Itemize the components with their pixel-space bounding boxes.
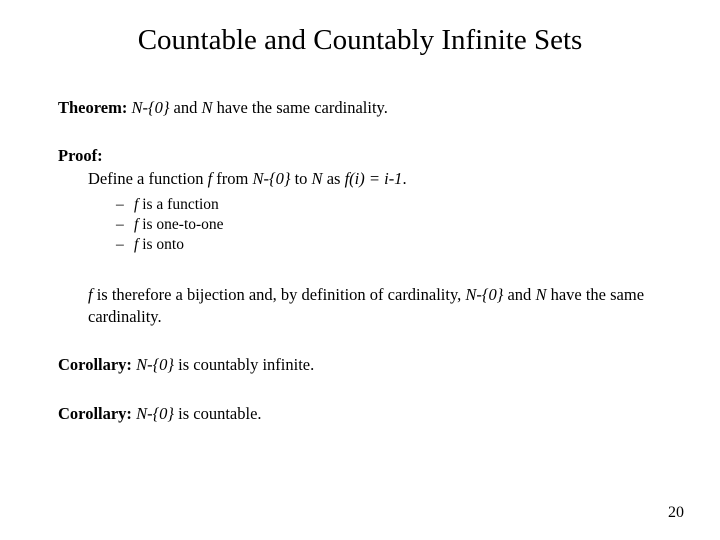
list-item: f is onto	[116, 236, 662, 254]
pb-end: .	[402, 169, 406, 188]
cor2-rest: is countable.	[178, 404, 261, 423]
list-item: f is a function	[116, 196, 662, 214]
corollary-1: Corollary: N-{0} is countably infinite.	[58, 354, 662, 376]
pb-d2: N	[312, 169, 323, 188]
proof-body: Define a function f from N-{0} to N as f…	[58, 168, 662, 190]
list-item: f is one-to-one	[116, 216, 662, 234]
pb-pre: Define a function	[88, 169, 208, 188]
cx-s1: N-{0}	[465, 285, 503, 304]
pb-m3: as	[323, 169, 345, 188]
theorem-mid: and	[174, 98, 202, 117]
theorem: Theorem: N-{0} and N have the same cardi…	[58, 97, 662, 119]
prop-rest: is a function	[138, 196, 219, 213]
cor1-rest: is countably infinite.	[178, 355, 314, 374]
cx-s2: N	[535, 285, 546, 304]
theorem-rest: have the same cardinality.	[217, 98, 388, 117]
theorem-set1: N-{0}	[131, 98, 169, 117]
proof-label-line: Proof:	[58, 145, 662, 167]
theorem-label: Theorem:	[58, 98, 127, 117]
prop-rest: is one-to-one	[138, 216, 223, 233]
theorem-set2: N	[202, 98, 213, 117]
pb-eq: f(i) = i-1	[345, 169, 403, 188]
cor2-set: N-{0}	[136, 404, 174, 423]
proof-properties: f is a function f is one-to-one f is ont…	[116, 196, 662, 254]
corollary-2: Corollary: N-{0} is countable.	[58, 403, 662, 425]
slide: Countable and Countably Infinite Sets Th…	[0, 0, 720, 540]
pb-m2: to	[290, 169, 311, 188]
cor1-set: N-{0}	[136, 355, 174, 374]
pb-m1: from	[212, 169, 252, 188]
cx-and: and	[503, 285, 535, 304]
page-number: 20	[668, 504, 684, 522]
cor1-label: Corollary:	[58, 355, 132, 374]
slide-title: Countable and Countably Infinite Sets	[58, 24, 662, 57]
pb-d1: N-{0}	[253, 169, 291, 188]
proof-conclusion: f is therefore a bijection and, by defin…	[58, 284, 662, 329]
cor2-label: Corollary:	[58, 404, 132, 423]
cx-mid: is therefore a bijection and, by definit…	[93, 285, 466, 304]
prop-rest: is onto	[138, 236, 184, 253]
proof-label: Proof:	[58, 146, 103, 165]
